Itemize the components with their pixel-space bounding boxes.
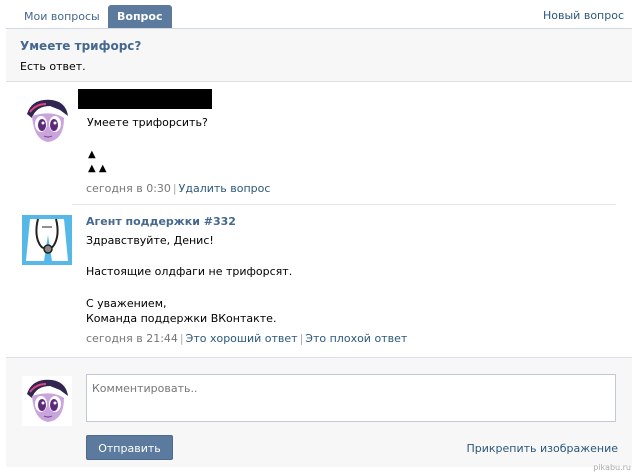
user-avatar[interactable] [22, 96, 72, 146]
reply-signoff: С уважением, [86, 297, 167, 310]
question-status: Есть ответ. [20, 60, 86, 73]
attach-image-link[interactable]: Прикрепить изображение [466, 442, 618, 455]
watermark: pikabu.ru [593, 463, 631, 472]
send-button[interactable]: Отправить [86, 435, 173, 460]
tab-my-questions[interactable]: Мои вопросы [15, 7, 109, 27]
good-answer-link[interactable]: Это хороший ответ [186, 332, 298, 345]
reply-body: Настоящие олдфаги не трифорсят. [86, 265, 293, 278]
bad-answer-link[interactable]: Это плохой ответ [305, 332, 407, 345]
reply-team: Команда поддержки ВКонтакте. [86, 312, 277, 325]
current-user-avatar [22, 376, 72, 426]
message-divider [72, 204, 616, 205]
question-title: Умеете трифорс? [20, 39, 142, 53]
support-agent-avatar[interactable] [22, 215, 72, 265]
tab-bar: Мои вопросы Вопрос Новый вопрос [6, 4, 632, 29]
comment-input[interactable]: Комментировать.. [86, 374, 616, 422]
triforce-text: ▲ ▲ ▲ [88, 149, 107, 174]
message-text: Умеете трифорсить? [87, 116, 208, 129]
delete-question-link[interactable]: Удалить вопрос [179, 182, 271, 195]
reply-meta: сегодня в 21:44 | Это хороший ответ | Это пл… [86, 332, 408, 345]
message-time: сегодня в 0:30 [86, 182, 171, 195]
reply-greeting: Здравствуйте, Денис! [86, 234, 214, 247]
tab-question[interactable]: Вопрос [108, 5, 172, 28]
new-question-link[interactable]: Новый вопрос [543, 9, 624, 22]
question-header: Умеете трифорс? Есть ответ. [6, 29, 632, 82]
redacted-username [78, 89, 212, 109]
agent-name[interactable]: Агент поддержки #332 [86, 215, 236, 228]
message-meta: сегодня в 0:30 | Удалить вопрос [86, 182, 271, 195]
reply-time: сегодня в 21:44 [86, 332, 178, 345]
